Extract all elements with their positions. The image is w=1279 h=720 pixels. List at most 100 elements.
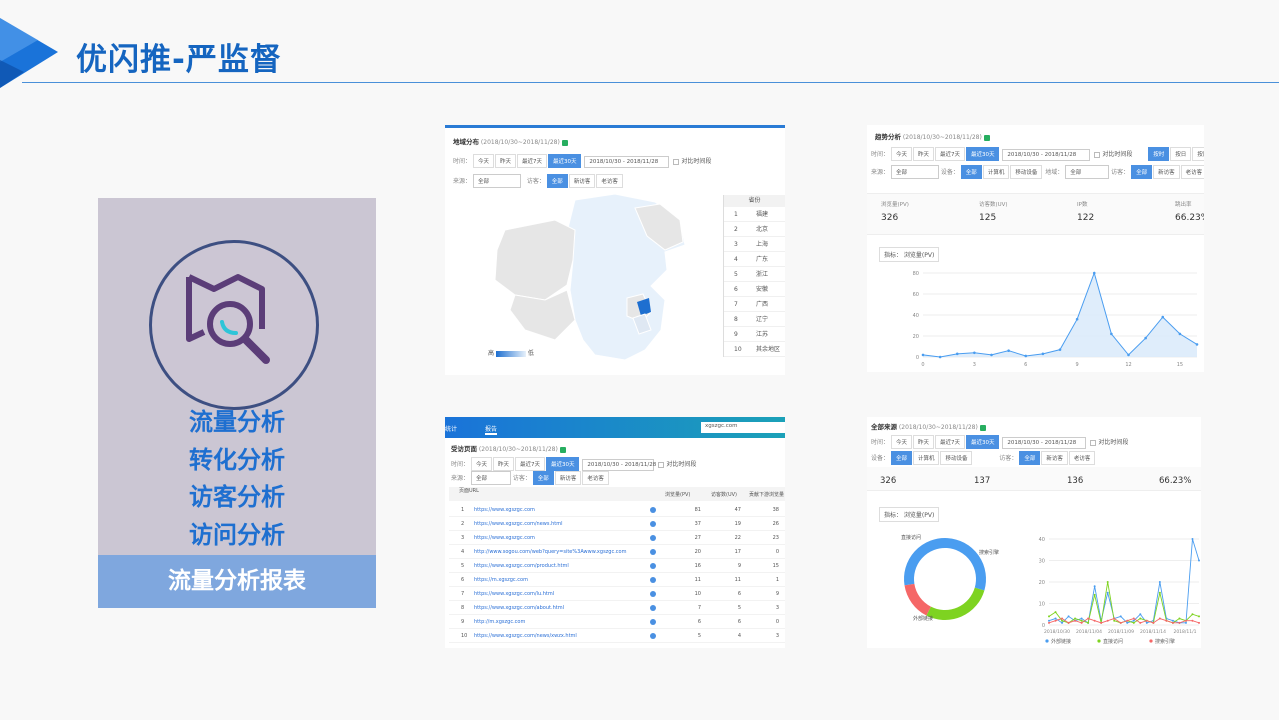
province-name: 上海	[756, 241, 769, 248]
btn-7days[interactable]: 最近7天	[934, 147, 965, 161]
trend-point	[1092, 271, 1096, 275]
btn-device-all[interactable]: 全部	[890, 451, 912, 465]
table-row[interactable]: 4 http://www.sogou.com/web?query=site%3Aw…	[449, 545, 785, 559]
row-url[interactable]: https://www.xgszgc.com/lu.html	[474, 591, 554, 597]
btn-30days[interactable]: 最近30天	[965, 147, 1000, 161]
nav-report[interactable]: 报告	[485, 424, 498, 435]
series-point	[1080, 617, 1083, 620]
table-row[interactable]: 1 https://www.xgszgc.com 81 47 38	[449, 503, 785, 517]
table-row[interactable]: 6 https://m.xgszgc.com 11 11 1	[449, 573, 785, 587]
row-url[interactable]: http://www.sogou.com/web?query=site%3Aww…	[474, 549, 626, 555]
row-url[interactable]: https://www.xgszgc.com	[474, 507, 535, 513]
row-pv: 10	[694, 591, 701, 597]
china-map	[494, 193, 686, 361]
row-url[interactable]: https://www.xgszgc.com/product.html	[474, 563, 569, 569]
row-url[interactable]: https://www.xgszgc.com	[474, 535, 535, 541]
btn-new-visitors[interactable]: 新访客	[1153, 165, 1180, 179]
row-url[interactable]: https://www.xgszgc.com/news.html	[474, 521, 562, 527]
table-row[interactable]: 3 https://www.xgszgc.com 27 22 23	[449, 531, 785, 545]
date-range-input[interactable]: 2018/10/30 - 2018/11/28	[584, 156, 670, 168]
btn-all-visitors[interactable]: 全部	[1019, 451, 1041, 465]
btn-30days[interactable]: 最近30天	[965, 435, 1000, 449]
trend-point	[1024, 354, 1028, 358]
series-point	[1152, 621, 1155, 624]
table-row[interactable]: 5 https://www.xgszgc.com/product.html 16 9 1…	[449, 559, 785, 573]
btn-device-pc[interactable]: 计算机	[982, 165, 1010, 179]
stat-pv: 326	[880, 476, 897, 486]
table-row[interactable]: 8 https://www.xgszgc.com/about.html 7 5 3	[449, 601, 785, 615]
btn-new-visitors[interactable]: 新访客	[568, 174, 596, 188]
btn-yesterday[interactable]: 昨天	[492, 457, 514, 471]
legend-label: 直接访问	[1103, 638, 1123, 645]
btn-device-pc[interactable]: 计算机	[912, 451, 940, 465]
btn-all-visitors[interactable]: 全部	[1131, 165, 1153, 179]
btn-new-visitors[interactable]: 新访客	[1041, 451, 1068, 465]
series-point	[1171, 619, 1174, 622]
table-row[interactable]: 2 https://www.xgszgc.com/news.html 37 19 26	[449, 517, 785, 531]
metric-select[interactable]: 指标： 浏览量(PV)	[879, 507, 940, 522]
time-label: 时间：	[871, 439, 890, 446]
row-url[interactable]: http://m.xgszgc.com	[474, 619, 525, 625]
compare-checkbox[interactable]	[1090, 439, 1097, 446]
stat-value: 122	[1077, 213, 1095, 223]
compare-checkbox[interactable]	[658, 461, 665, 468]
table-row[interactable]: 9 http://m.xgszgc.com 6 6 0	[449, 615, 785, 629]
nav-stats[interactable]: 统计	[445, 424, 457, 433]
series-point	[1106, 581, 1109, 583]
site-search-input[interactable]: xgszgc.com	[701, 422, 785, 433]
btn-old-visitors[interactable]: 老访客	[1068, 451, 1096, 465]
btn-device-mobile[interactable]: 移动设备	[940, 451, 973, 465]
btn-yesterday[interactable]: 昨天	[912, 147, 934, 161]
date-range-input[interactable]: 2018/10/30 - 2018/11/28	[1002, 149, 1091, 161]
row-downstream: 3	[775, 605, 779, 611]
col-pv[interactable]: 浏览量(PV)	[665, 491, 690, 498]
source-select[interactable]: 全部	[890, 165, 939, 179]
sources-donut	[904, 538, 986, 620]
metric-select[interactable]: 指标： 浏览量(PV)	[879, 247, 940, 262]
btn-7days[interactable]: 最近7天	[516, 154, 547, 168]
table-row[interactable]: 7 https://www.xgszgc.com/lu.html 10 6 9	[449, 587, 785, 601]
btn-7days[interactable]: 最近7天	[514, 457, 545, 471]
btn-old-visitors[interactable]: 老访客	[582, 471, 609, 485]
btn-old-visitors[interactable]: 老访客	[596, 174, 623, 188]
btn-today[interactable]: 今天	[470, 457, 492, 471]
btn-by-week[interactable]: 按周	[1192, 147, 1204, 161]
btn-old-visitors[interactable]: 老访客	[1180, 165, 1204, 179]
btn-7days[interactable]: 最近7天	[934, 435, 965, 449]
compare-checkbox[interactable]	[1094, 151, 1101, 158]
btn-device-mobile[interactable]: 移动设备	[1010, 165, 1043, 179]
btn-by-hour[interactable]: 按时	[1148, 147, 1170, 161]
btn-today[interactable]: 今天	[890, 435, 912, 449]
btn-new-visitors[interactable]: 新访客	[554, 471, 582, 485]
row-url[interactable]: https://www.xgszgc.com/news/xwzx.html	[474, 633, 577, 639]
row-url[interactable]: https://m.xgszgc.com	[474, 577, 528, 583]
series-point	[1126, 619, 1129, 622]
series-point	[1067, 615, 1070, 618]
date-range-input[interactable]: 2018/10/30 - 2018/11/28	[1002, 437, 1087, 449]
x-tick-label: 9	[1076, 362, 1079, 368]
col-uv[interactable]: 访客数(UV)	[711, 491, 737, 498]
btn-by-day[interactable]: 按日	[1170, 147, 1192, 161]
region-select[interactable]: 全部	[1065, 165, 1110, 179]
btn-today[interactable]: 今天	[472, 154, 494, 168]
btn-30days[interactable]: 最近30天	[545, 457, 580, 471]
sources-date-range: (2018/10/30~2018/11/28)	[898, 424, 978, 431]
date-range-input[interactable]: 2018/10/30 - 2018/11/28	[582, 459, 656, 471]
btn-today[interactable]: 今天	[890, 147, 912, 161]
btn-yesterday[interactable]: 昨天	[494, 154, 516, 168]
visitor-label: 访客：	[999, 455, 1018, 462]
source-select[interactable]: 全部	[472, 174, 521, 188]
btn-30days[interactable]: 最近30天	[547, 154, 582, 168]
btn-device-all[interactable]: 全部	[960, 165, 982, 179]
col-downstream[interactable]: 贡献下游浏览量	[749, 491, 784, 498]
row-url[interactable]: https://www.xgszgc.com/about.html	[474, 605, 564, 611]
btn-yesterday[interactable]: 昨天	[912, 435, 934, 449]
btn-all-visitors[interactable]: 全部	[532, 471, 554, 485]
stats-row: 浏览量(PV) 326 访客数(UV) 125 IP数 122 跳出率 66.23%	[867, 193, 1204, 235]
btn-all-visitors[interactable]: 全部	[546, 174, 568, 188]
compare-checkbox[interactable]	[673, 158, 680, 165]
source-select[interactable]: 全部	[470, 471, 511, 485]
row-uv: 22	[734, 535, 741, 541]
time-label: 时间：	[453, 158, 472, 165]
table-row[interactable]: 10 https://www.xgszgc.com/news/xwzx.html 5…	[449, 629, 785, 643]
